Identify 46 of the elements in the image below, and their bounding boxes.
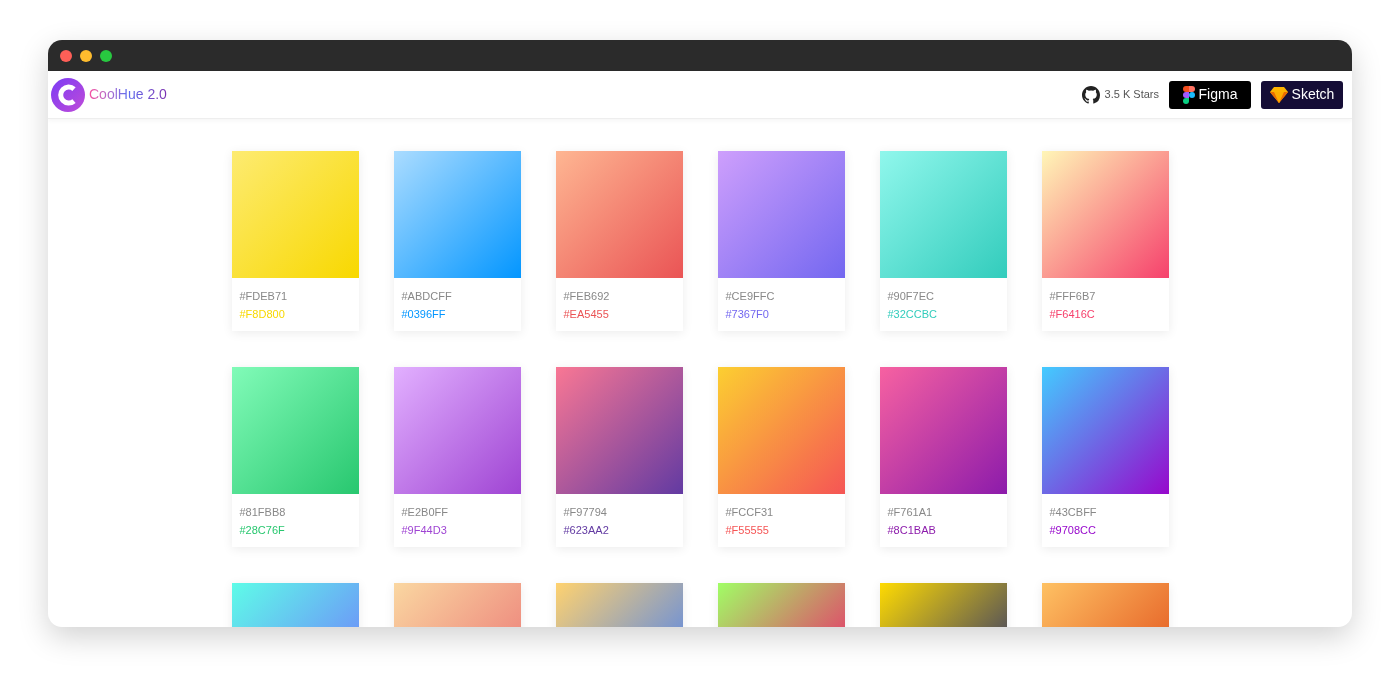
github-icon — [1081, 85, 1100, 104]
window-control[interactable] — [80, 49, 92, 62]
end-color-code: #32CCBC — [887, 307, 939, 322]
gradient-card[interactable]: #81FBB8 #28C76F — [231, 367, 359, 547]
end-color-code: #9F44D3 — [401, 523, 448, 538]
gradient-card[interactable]: #FEB692 #EA5455 — [555, 151, 683, 331]
start-color-code: #FDEB71 — [239, 289, 289, 304]
gradient-card[interactable]: #ABDCFF #0396FF — [393, 151, 521, 331]
gradient-card[interactable]: #F761A1 #8C1BAB — [879, 367, 1007, 547]
github-stars-link[interactable]: 3.5 K Stars — [1104, 86, 1159, 103]
figma-button[interactable]: Figma — [1169, 80, 1251, 109]
end-color-code: #9708CC — [1049, 523, 1097, 538]
end-color-code: #0396FF — [401, 307, 447, 322]
start-color-code: #81FBB8 — [239, 505, 287, 520]
end-color-code: #EA5455 — [563, 307, 610, 322]
start-color-code: #FCCF31 — [725, 505, 775, 520]
end-color-code: #F55555 — [725, 523, 770, 538]
end-color-code: #8C1BAB — [887, 523, 937, 538]
start-color-code: #FEB692 — [563, 289, 611, 304]
gradient-card[interactable]: #FDEB71 #F8D800 — [231, 151, 359, 331]
start-color-code: #F761A1 — [887, 505, 934, 520]
gradient-card[interactable]: #F97794 #623AA2 — [555, 367, 683, 547]
end-color-code: #F6416C — [1049, 307, 1096, 322]
start-color-code: #ABDCFF — [401, 289, 453, 304]
end-color-code: #623AA2 — [563, 523, 610, 538]
gradient-card[interactable]: #CE9FFC #7367F0 — [717, 151, 845, 331]
start-color-code: #E2B0FF — [401, 505, 449, 520]
gradient-card[interactable]: #FFF6B7 #F6416C — [1041, 151, 1169, 331]
gradient-card[interactable]: #FCCF31 #F55555 — [717, 367, 845, 547]
figma-icon — [1182, 85, 1195, 104]
gradient-card[interactable]: #43CBFF #9708CC — [1041, 367, 1169, 547]
gradient-card[interactable]: #E2B0FF #9F44D3 — [393, 367, 521, 547]
start-color-code: #90F7EC — [887, 289, 935, 304]
sketch-button[interactable]: Sketch — [1261, 80, 1343, 109]
end-color-code: #F8D800 — [239, 307, 286, 322]
start-color-code: #F97794 — [563, 505, 608, 520]
gradient-card[interactable]: #90F7EC #32CCBC — [879, 151, 1007, 331]
diamond-icon — [1269, 86, 1288, 103]
start-color-code: #FFF6B7 — [1049, 289, 1097, 304]
window-control[interactable] — [60, 49, 72, 62]
start-color-code: #CE9FFC — [725, 289, 776, 304]
end-color-code: #28C76F — [239, 523, 286, 538]
start-color-code: #43CBFF — [1049, 505, 1098, 520]
end-color-code: #7367F0 — [725, 307, 770, 322]
logo-icon — [51, 77, 85, 112]
window-control[interactable] — [100, 49, 112, 62]
